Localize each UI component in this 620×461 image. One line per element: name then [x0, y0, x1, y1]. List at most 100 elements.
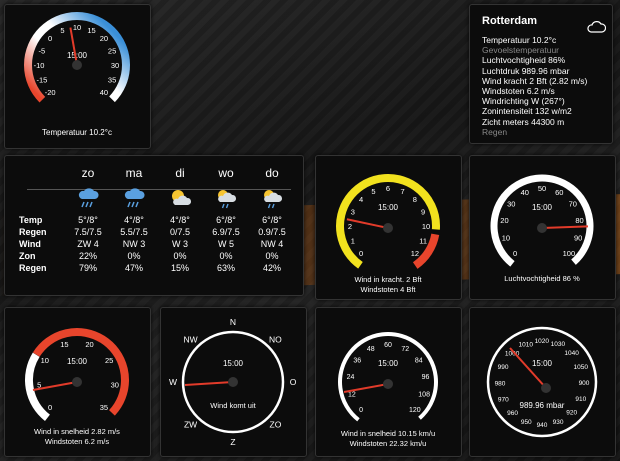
- gauge-caption: Windstoten 6.2 m/s: [45, 437, 109, 446]
- gauge-caption: Wind in snelheid 2.82 m/s: [34, 427, 120, 436]
- info-line: Zicht meters 44300 m: [482, 116, 565, 127]
- forecast-cell: 4°/8°: [124, 215, 144, 225]
- forecast-day: do: [265, 166, 279, 180]
- humidity-needle: [541, 225, 589, 229]
- pressure-gauge: 95096097098099010001010 1020 1030104010509…: [486, 326, 598, 438]
- needle-hub: [383, 223, 393, 233]
- gauge-tick-label: 20: [100, 34, 108, 43]
- row-label: Zon: [19, 251, 36, 261]
- forecast-cell: 47%: [124, 263, 143, 273]
- forecast-cell: 0%: [265, 251, 279, 261]
- info-line: Windstoten 6.2 m/s: [482, 86, 555, 97]
- gauge-tick-label: 36: [353, 358, 361, 365]
- forecast-cell: 6°/8°: [216, 215, 236, 225]
- gauge-tick-label: 11: [419, 237, 427, 246]
- gauge-time: 15:00: [67, 51, 88, 60]
- forecast-cell: 5.5/7.5: [120, 227, 148, 237]
- gauge-caption: Wind in kracht. 2 Bft: [354, 275, 422, 284]
- gauge-tick-label: -15: [36, 76, 47, 85]
- needle-hub: [537, 223, 547, 233]
- forecast-cell: 0.9/7.5: [258, 227, 286, 237]
- gauge-tick-label: 1010: [518, 341, 533, 348]
- forecast-cell: 0/7.5: [169, 227, 191, 237]
- gauge-tick-label: 10: [73, 23, 81, 32]
- info-line: Wind kracht 2 Bft (2.82 m/s): [482, 75, 588, 86]
- forecast-cell: 0%: [127, 251, 141, 261]
- gauge-caption: Wind in snelheid 10.15 km/u: [341, 429, 435, 438]
- gauge-tick-label: 35: [108, 76, 116, 85]
- gauge-tick-label: 970: [498, 396, 509, 403]
- gauge-time: 15:00: [532, 359, 553, 368]
- gauge-tick-label: 1050: [574, 364, 589, 371]
- wind-ms-ticks: 051015 20253035: [37, 340, 119, 412]
- forecast-cell: NW 4: [260, 239, 284, 249]
- humidity-ticks: 010 20 30 40 50 60 70 80 90 100: [500, 184, 583, 258]
- wind-kmh-ticks: 0 12 24 36 48 60 72 84 96 108 120: [347, 342, 431, 414]
- gauge-tick-label: 12: [411, 249, 419, 258]
- compass-label: W: [169, 377, 177, 387]
- compass-label: ZW: [184, 419, 197, 429]
- compass-label: O: [290, 377, 297, 387]
- gauge-tick-label: 60: [384, 342, 392, 349]
- humidity-gauge-panel: 0 10 20 30 40 50 60 70 80 90 100 15:00 Luchtvochti…: [469, 155, 616, 300]
- gauge-tick-label: 0: [359, 249, 363, 258]
- wind-kmh-needle: [343, 383, 389, 393]
- gauge-caption: 989.96 mbar: [520, 401, 565, 410]
- forecast-day: wo: [218, 166, 234, 180]
- info-line: Gevoelstemperatuur: [482, 45, 560, 56]
- wind-kmh-gauge: 0 12 24 36 48 60 72 84 96 108 120 15:00 Wind in sn…: [338, 332, 438, 448]
- gauge-tick-label: 0: [48, 403, 52, 412]
- forecast-cell: 0%: [173, 251, 187, 261]
- forecast-cell: W 3: [171, 239, 188, 249]
- gauge-tick-label: 900: [579, 380, 590, 387]
- info-line: Luchtvochtigheid 86%: [482, 55, 566, 66]
- gauge-tick-label: 30: [507, 200, 515, 209]
- temperature-gauge-panel: 15:00 -20 -15 -10 -5 0 5 10 15 20 25 30 35 40 Temper…: [4, 4, 151, 149]
- gauge-tick-label: 25: [105, 356, 113, 365]
- forecast-cell: 42%: [262, 263, 281, 273]
- gauge-tick-label: 5: [60, 26, 64, 35]
- info-line: Temperatuur 10.2°c: [482, 35, 557, 45]
- sun-cloud-rain-icon: [203, 184, 249, 214]
- forecast-cell: ZW 4: [77, 239, 99, 249]
- compass-label: N: [230, 317, 236, 327]
- gauge-tick-label: 1040: [564, 350, 579, 357]
- gauge-tick-label: 4: [359, 195, 363, 204]
- gauge-time: 15:00: [532, 203, 553, 212]
- gauge-tick-label: 920: [566, 410, 577, 417]
- gauge-tick-label: 5: [371, 187, 375, 196]
- cloud-icon: [587, 21, 606, 33]
- gauge-tick-label: 96: [422, 374, 430, 381]
- gauge-caption: Windstoten 4 Bft: [360, 285, 416, 294]
- gauge-caption: Windstoten 22.32 km/u: [350, 439, 427, 448]
- gauge-tick-label: 0: [359, 407, 363, 414]
- forecast-cell: NW 3: [122, 239, 146, 249]
- gauge-tick-label: 3: [351, 207, 355, 216]
- compass-label: ZO: [270, 419, 282, 429]
- pressure-needle: [509, 347, 547, 389]
- gauge-tick-label: 990: [498, 364, 509, 371]
- gauge-tick-label: 20: [500, 216, 508, 225]
- gauge-tick-label: 930: [553, 419, 564, 426]
- gauge-tick-label: 1030: [551, 341, 566, 348]
- wind-ms-gauge-panel: 0 5 10 15 20 25 30 35 15:00 Wind in snelheid 2.…: [4, 307, 151, 457]
- gauge-tick-label: 6: [386, 184, 390, 193]
- city-name: Rotterdam: [482, 15, 538, 27]
- wind-direction-panel: N NO O ZO Z ZW W NW 15:00 Wind komt uit: [160, 307, 307, 457]
- gauge-tick-label: 910: [575, 396, 586, 403]
- forecast-cell: 22%: [78, 251, 97, 261]
- wind-bft-ticks: 012345 6 789101112: [348, 184, 430, 258]
- temperature-gauge: 15:00 -20 -15 -10 -505 10 15 2025 30 3540 Temper…: [23, 11, 130, 137]
- forecast-cell: 7.5/7.5: [74, 227, 102, 237]
- gauge-tick-label: 940: [537, 422, 548, 429]
- forecast-cell: 4°/8°: [170, 215, 190, 225]
- gauge-caption: Luchtvochtigheid 86 %: [504, 274, 580, 283]
- gauge-tick-label: 9: [421, 207, 425, 216]
- forecast-day: di: [175, 166, 185, 180]
- gauge-tick-label: 950: [521, 419, 532, 426]
- wind-ms-gauge: 051015 20253035 15:00 Wind in snelheid 2.…: [25, 328, 129, 446]
- gauge-tick-label: 70: [569, 200, 577, 209]
- sun-cloud-icon: [157, 184, 203, 214]
- gauge-tick-label: 1020: [535, 338, 550, 345]
- needle-hub: [72, 60, 82, 70]
